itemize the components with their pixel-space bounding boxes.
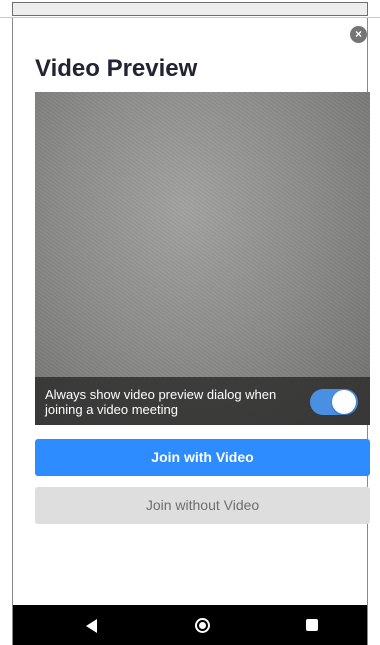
join-with-video-button[interactable]: Join with Video	[35, 439, 370, 476]
home-circle-icon[interactable]	[195, 618, 210, 633]
status-bar-frame	[12, 2, 368, 16]
page-title: Video Preview	[35, 55, 198, 82]
back-triangle-icon[interactable]	[86, 619, 97, 633]
left-border	[12, 18, 13, 645]
status-bar	[0, 0, 380, 18]
camera-preview-image	[35, 92, 370, 425]
preview-option-bar: Always show video preview dialog when jo…	[35, 377, 370, 425]
recents-square-icon[interactable]	[306, 619, 318, 631]
camera-preview: Always show video preview dialog when jo…	[35, 92, 370, 425]
close-icon[interactable]: ×	[350, 26, 367, 43]
android-navigation-bar	[13, 605, 367, 645]
always-show-preview-toggle[interactable]	[310, 389, 358, 415]
always-show-preview-label: Always show video preview dialog when jo…	[45, 387, 277, 417]
video-preview-screen: × Video Preview Always show video previe…	[0, 0, 380, 645]
join-without-video-button[interactable]: Join without Video	[35, 487, 370, 524]
toggle-knob	[332, 390, 356, 414]
